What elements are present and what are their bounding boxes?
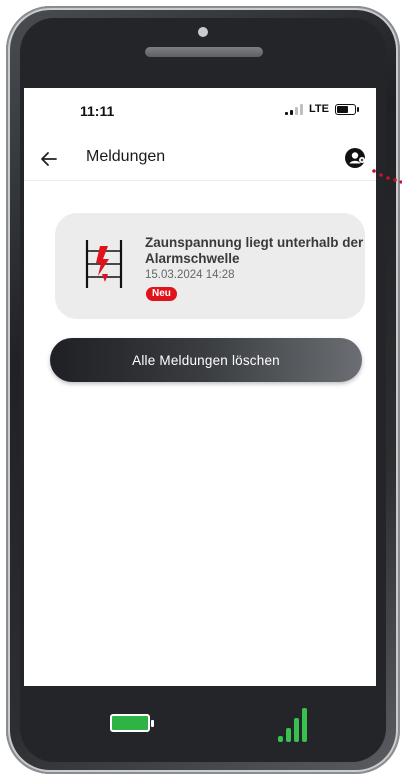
- signal-strength-icon: [278, 706, 307, 742]
- notification-date: 15.03.2024 14:28: [145, 269, 235, 281]
- status-bar: 11:11 LTE: [24, 88, 376, 132]
- status-time: 11:11: [80, 103, 115, 119]
- earpiece-speaker: [145, 47, 263, 57]
- delete-all-button[interactable]: Alle Meldungen löschen: [50, 338, 362, 382]
- pointer-dots-decoration: [372, 169, 402, 184]
- status-badge: Neu: [146, 287, 177, 301]
- notification-card[interactable]: Zaunspannung liegt unterhalb der Alarmsc…: [55, 213, 365, 319]
- arrow-left-icon: [41, 152, 57, 166]
- device-status-bar: [24, 686, 376, 756]
- page-title: Meldungen: [86, 148, 166, 165]
- app-bar: Meldungen: [24, 138, 376, 181]
- user-profile-icon: [345, 148, 365, 168]
- status-indicators: LTE: [285, 103, 359, 115]
- battery-full-icon: [110, 714, 154, 732]
- notification-title: Zaunspannung liegt unterhalb der Alarmsc…: [145, 235, 364, 266]
- cell-signal-icon: [285, 103, 304, 115]
- app-screen: 11:11 LTE Meldungen Zaunspannung liegt u…: [24, 88, 376, 686]
- front-camera: [198, 27, 208, 37]
- status-battery-icon: [335, 103, 359, 115]
- fence-voltage-alarm-icon: [81, 238, 127, 290]
- profile-button[interactable]: [342, 145, 368, 171]
- network-type: LTE: [309, 103, 329, 115]
- back-button[interactable]: [36, 146, 62, 172]
